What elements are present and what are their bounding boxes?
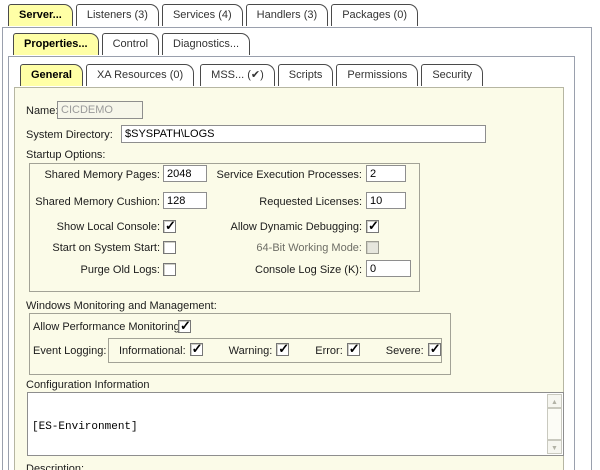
64bit-working-mode-label: 64-Bit Working Mode: [180,242,362,255]
requested-licenses-label: Requested Licenses: [180,196,362,209]
show-local-console-checkbox[interactable] [163,220,176,233]
tab-server[interactable]: Server... [8,4,73,26]
tab-listeners[interactable]: Listeners (3) [76,4,159,26]
tab-security[interactable]: Security [421,64,483,86]
64bit-working-mode-checkbox [366,241,379,254]
general-tabs: General XA Resources (0) MSS... (✔) Scri… [20,64,483,86]
textarea-scrollbar[interactable] [547,394,562,454]
system-directory-label: System Directory: [26,129,113,142]
scroll-up-icon[interactable] [547,394,562,408]
purge-old-logs-checkbox[interactable] [163,263,176,276]
server-properties-general-page: Server... Listeners (3) Services (4) Han… [0,0,600,470]
console-log-size-input[interactable] [366,260,411,277]
tab-packages[interactable]: Packages (0) [331,4,418,26]
service-execution-processes-label: Service Execution Processes: [180,169,362,182]
tab-control[interactable]: Control [102,33,159,55]
tab-scripts[interactable]: Scripts [278,64,334,86]
name-input [57,101,143,119]
tab-diagnostics[interactable]: Diagnostics... [162,33,250,55]
warning-checkbox[interactable] [276,343,289,356]
severe-label: Severe: [386,345,424,357]
windows-monitoring-label: Windows Monitoring and Management: [26,300,217,313]
warning-label: Warning: [229,345,273,357]
tab-services[interactable]: Services (4) [162,4,243,26]
system-directory-input[interactable] [121,125,486,143]
service-execution-processes-input[interactable] [366,165,406,182]
tab-general[interactable]: General [20,64,83,86]
server-tabs: Server... Listeners (3) Services (4) Han… [8,4,418,26]
error-checkbox[interactable] [347,343,360,356]
tab-handlers[interactable]: Handlers (3) [246,4,329,26]
allow-dynamic-debugging-checkbox[interactable] [366,220,379,233]
console-log-size-label: Console Log Size (K): [180,264,362,277]
configuration-information-label: Configuration Information [26,379,150,392]
purge-old-logs-label: Purge Old Logs: [26,264,160,277]
informational-label: Informational: [119,345,186,357]
scrollbar-thumb[interactable] [547,408,562,440]
informational-checkbox[interactable] [190,343,203,356]
error-label: Error: [315,345,343,357]
allow-performance-monitoring-label: Allow Performance Monitoring: [33,321,183,334]
requested-licenses-input[interactable] [366,192,406,209]
properties-tabs: Properties... Control Diagnostics... [13,33,250,55]
start-on-system-start-label: Start on System Start: [26,242,160,255]
event-logging-groupbox: Informational: Warning: Error: Severe: [108,338,442,363]
event-logging-label: Event Logging: [33,345,106,358]
startup-options-label: Startup Options: [26,149,106,162]
shared-memory-pages-label: Shared Memory Pages: [26,169,160,182]
shared-memory-cushion-label: Shared Memory Cushion: [26,196,160,209]
tab-properties[interactable]: Properties... [13,33,99,55]
tab-permissions[interactable]: Permissions [336,64,418,86]
start-on-system-start-checkbox[interactable] [163,241,176,254]
description-label: Description: [26,463,84,470]
allow-performance-monitoring-checkbox[interactable] [178,320,191,333]
scroll-down-icon[interactable] [547,440,562,454]
configuration-information-textarea[interactable]: [ES-Environment] SYSPATH=D:DEMO2ES_CICS … [27,392,564,456]
show-local-console-label: Show Local Console: [26,221,160,234]
severe-checkbox[interactable] [428,343,441,356]
tab-mss[interactable]: MSS... (✔) [200,64,275,86]
configuration-information-text: [ES-Environment] SYSPATH=D:DEMO2ES_CICS … [32,395,543,456]
allow-dynamic-debugging-label: Allow Dynamic Debugging: [180,221,362,234]
name-label: Name: [26,105,58,118]
tab-xa-resources[interactable]: XA Resources (0) [86,64,194,86]
